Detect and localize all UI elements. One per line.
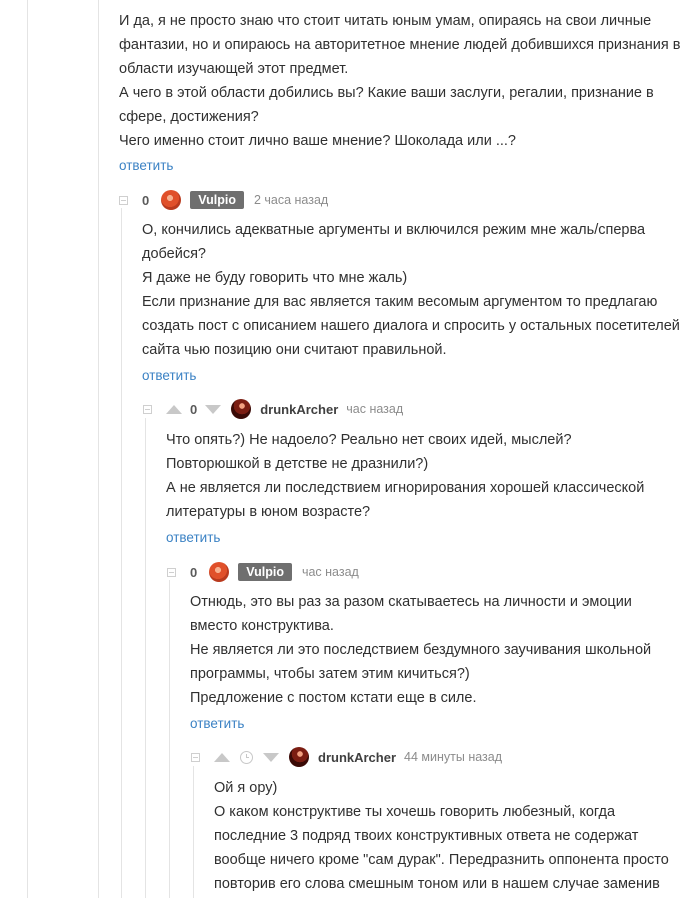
comment-text: О, кончились адекватные аргументы и вклю… — [142, 218, 680, 362]
comment-header: 0 Vulpio 2 часа назад — [119, 189, 328, 211]
comment-author[interactable]: drunkArcher — [260, 402, 338, 417]
author-badge[interactable]: Vulpio — [190, 191, 244, 209]
comment-text: Ой я ору) О каком конструктиве ты хочешь… — [214, 776, 669, 896]
comment-line: О, кончились адекватные аргументы и вклю… — [142, 222, 646, 238]
comment-rating: 0 — [142, 192, 150, 208]
avatar[interactable] — [209, 562, 230, 582]
thread-line — [169, 580, 170, 898]
comment-line: вообще ничего кроме "сам дурак". Передра… — [214, 852, 669, 868]
upvote-icon[interactable] — [214, 752, 230, 762]
collapse-icon[interactable] — [167, 567, 176, 577]
comment-line: Я даже не буду говорить что мне жаль) — [142, 270, 408, 286]
comment-line: сфере, достижения? — [119, 109, 259, 125]
comment-line: А не является ли последствием игнорирова… — [166, 480, 645, 496]
comment-text: Отнюдь, это вы раз за разом скатываетесь… — [190, 590, 651, 710]
comment-time[interactable]: час назад — [302, 565, 359, 579]
comment-line: А чего в этой области добились вы? Какие… — [119, 85, 654, 101]
comment-header: 0 drunkArcher час назад — [143, 398, 403, 420]
comment-line: добейся? — [142, 246, 206, 262]
comment-author[interactable]: drunkArcher — [318, 750, 396, 765]
comment-rating: 0 — [190, 564, 198, 580]
reply-link[interactable]: ответить — [190, 716, 244, 731]
comment-line: литературы в юном возрасте? — [166, 504, 371, 520]
comment-line: Не является ли это последствием бездумно… — [190, 642, 652, 658]
thread-line — [193, 766, 194, 898]
comment-line: И да, я не просто знаю что стоит читать … — [119, 13, 652, 29]
comment-line: последние 3 подряд твоих конструктивных … — [214, 828, 639, 844]
comment-header: drunkArcher 44 минуты назад — [191, 746, 502, 768]
comment-line: повторив его слова смешным тоном или в н… — [214, 876, 660, 892]
comment-text: И да, я не просто знаю что стоит читать … — [119, 9, 680, 153]
collapse-icon[interactable] — [119, 195, 128, 205]
reply-link[interactable]: ответить — [119, 158, 173, 173]
comment-line: сайта чью позицию они считают правильной… — [142, 342, 447, 358]
comment-header: 0 Vulpio час назад — [167, 561, 359, 583]
thread-line — [121, 208, 122, 898]
thread-line — [98, 0, 99, 898]
author-badge[interactable]: Vulpio — [238, 563, 292, 581]
avatar[interactable] — [161, 190, 182, 210]
thread-line — [145, 418, 146, 898]
upvote-icon[interactable] — [166, 404, 182, 414]
comment-line: области изучающей этот предмет. — [119, 61, 349, 77]
comment-line: программы, чтобы затем этим кичиться?) — [190, 666, 470, 682]
avatar[interactable] — [289, 747, 309, 767]
avatar[interactable] — [231, 399, 252, 419]
reply-link[interactable]: ответить — [166, 530, 220, 545]
reply-link[interactable]: ответить — [142, 368, 196, 383]
downvote-icon[interactable] — [205, 404, 222, 414]
comment-line: О каком конструктиве ты хочешь говорить … — [214, 804, 616, 820]
comment-line: Чего именно стоит лично ваше мнение? Шок… — [119, 133, 516, 149]
comment-line: Повторюшкой в детстве не дразнили?) — [166, 456, 429, 472]
comment-line: вместо конструктива. — [190, 618, 334, 634]
clock-icon — [240, 750, 253, 764]
downvote-icon[interactable] — [263, 752, 279, 762]
thread-line — [27, 0, 28, 898]
comment-line: фантазии, но и опираюсь на авторитетное … — [119, 37, 681, 53]
comment-line: Если признание для вас является таким ве… — [142, 294, 658, 310]
comment-line: Что опять?) Не надоело? Реально нет свои… — [166, 432, 572, 448]
comment-rating: 0 — [190, 401, 198, 417]
comment-line: создать пост с описанием нашего диалога … — [142, 318, 680, 334]
comment-time[interactable]: час назад — [346, 402, 403, 416]
comment-line: Отнюдь, это вы раз за разом скатываетесь… — [190, 594, 632, 610]
comment-line: Предложение с постом кстати еще в силе. — [190, 690, 477, 706]
collapse-icon[interactable] — [143, 404, 152, 414]
comment-time[interactable]: 44 минуты назад — [404, 750, 502, 764]
comment-text: Что опять?) Не надоело? Реально нет свои… — [166, 428, 644, 524]
comment-line: Ой я ору) — [214, 780, 278, 796]
collapse-icon[interactable] — [191, 752, 200, 762]
comment-time[interactable]: 2 часа назад — [254, 193, 328, 207]
